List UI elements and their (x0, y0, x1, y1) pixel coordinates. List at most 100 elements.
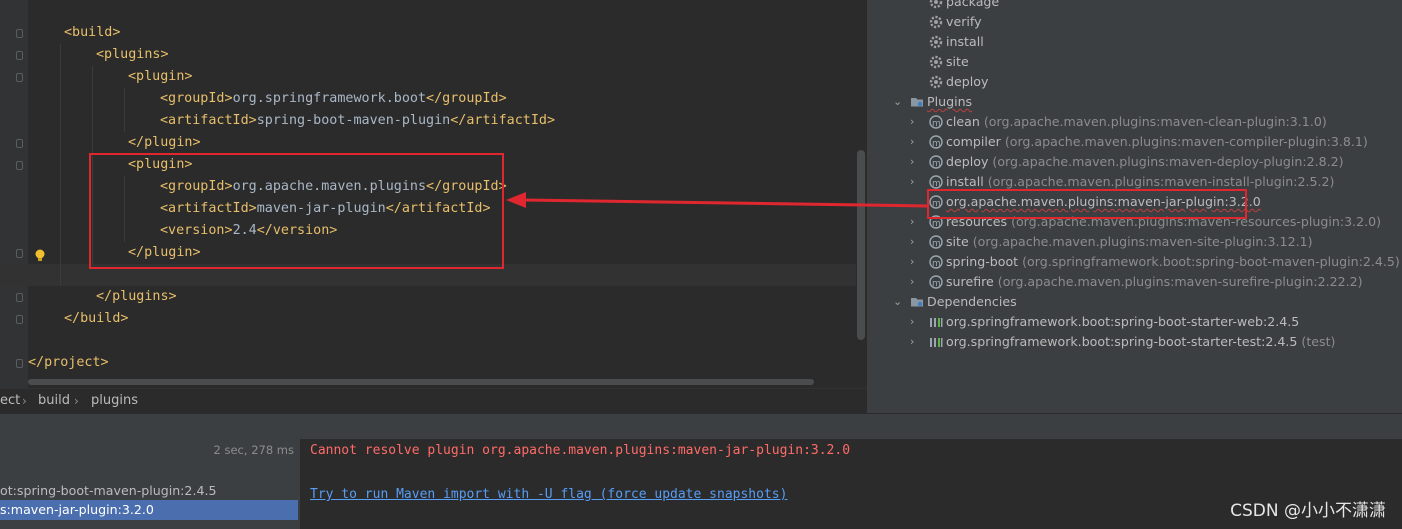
code-line[interactable]: </project> (28, 352, 109, 374)
gear-icon (929, 55, 943, 69)
dependency-node[interactable]: › org.springframework.boot:spring-boot-st… (867, 332, 1402, 352)
code-line[interactable]: <plugin> (32, 66, 193, 88)
plugin-node[interactable]: › m surefire (org.apache.maven.plugins:mav… (867, 272, 1402, 292)
lifecycle-phase-verify[interactable]: verify (867, 12, 1402, 32)
tree-item-name: Plugins (927, 94, 973, 109)
chevron-right-icon[interactable]: › (910, 312, 914, 332)
code-line[interactable]: </build> (32, 308, 129, 330)
plugin-node[interactable]: › m deploy (org.apache.maven.plugins:maven… (867, 152, 1402, 172)
code-line[interactable]: </plugins> (32, 286, 177, 308)
dependency-node[interactable]: › org.springframework.boot:spring-boot-st… (867, 312, 1402, 332)
chevron-right-icon[interactable]: › (910, 332, 914, 352)
chevron-right-icon[interactable]: › (910, 112, 914, 132)
run-tree-item[interactable]: ot:spring-boot-maven-plugin:2.4.5 (0, 481, 298, 501)
lifecycle-phase-package[interactable]: package (867, 0, 1402, 12)
svg-text:m: m (932, 259, 941, 269)
plugins-node[interactable]: ⌄ Plugins (867, 92, 1402, 112)
tree-item-name: clean (946, 114, 980, 129)
code-line[interactable]: <groupId>org.springframework.boot</group… (32, 88, 507, 110)
svg-text:m: m (932, 279, 941, 289)
tree-item-name: spring-boot (946, 254, 1019, 269)
lifecycle-phase-site[interactable]: site (867, 52, 1402, 72)
chevron-down-icon[interactable]: ⌄ (893, 92, 902, 112)
library-icon (929, 315, 943, 329)
chevron-right-icon[interactable]: › (910, 252, 914, 272)
breadcrumb-item-project[interactable]: ect (0, 389, 20, 413)
run-tree-item-selected[interactable]: s:maven-jar-plugin:3.2.0 (0, 500, 298, 520)
code-line[interactable]: <plugins> (32, 44, 169, 66)
tree-item-name: org.springframework.boot:spring-boot-sta… (946, 314, 1300, 329)
code-line[interactable]: </plugin> (32, 132, 201, 154)
xml-tag: <artifactId> (160, 113, 257, 128)
maven-plugin-icon: m (929, 275, 943, 289)
annotation-box-pom-plugin (89, 153, 504, 269)
editor-gutter[interactable] (0, 0, 28, 388)
plugin-node[interactable]: › m spring-boot (org.springframework.boot:… (867, 252, 1402, 272)
tree-item-label: deploy (946, 72, 988, 92)
code-line[interactable]: <build> (32, 22, 120, 44)
maven-plugin-icon: m (929, 175, 943, 189)
svg-text:m: m (932, 239, 941, 249)
lifecycle-phase-install[interactable]: install (867, 32, 1402, 52)
fold-marker-icon[interactable] (16, 51, 23, 60)
xml-tag: <plugins> (96, 47, 169, 62)
editor-horizontal-scrollbar[interactable] (28, 379, 814, 385)
breadcrumb-item-build[interactable]: build (38, 389, 70, 413)
fold-marker-icon[interactable] (16, 315, 23, 324)
tree-item-label: org.springframework.boot:spring-boot-sta… (946, 312, 1299, 332)
fold-marker-icon[interactable] (16, 249, 23, 258)
maven-plugin-icon: m (929, 155, 943, 169)
breadcrumb-item-plugins[interactable]: plugins (91, 389, 138, 413)
svg-text:m: m (932, 159, 941, 169)
xml-tag: </artifactId> (450, 113, 556, 128)
maven-plugin-icon: m (929, 255, 943, 269)
fold-marker-icon[interactable] (16, 293, 23, 302)
gear-icon (929, 0, 943, 9)
plugin-node[interactable]: › m compiler (org.apache.maven.plugins:mav… (867, 132, 1402, 152)
chevron-right-icon[interactable]: › (910, 232, 914, 252)
chevron-right-icon[interactable]: › (910, 152, 914, 172)
plugin-node[interactable]: › m clean (org.apache.maven.plugins:maven-… (867, 112, 1402, 132)
tree-item-label: compiler (org.apache.maven.plugins:maven… (946, 132, 1368, 152)
tree-item-hint: (org.apache.maven.plugins:maven-clean-pl… (983, 114, 1327, 129)
tree-item-name: surefire (946, 274, 994, 289)
fold-marker-icon[interactable] (16, 29, 23, 38)
svg-text:m: m (932, 139, 941, 149)
chevron-right-icon[interactable]: › (910, 172, 914, 192)
tree-item-name: verify (946, 14, 982, 29)
tree-item-name: install (946, 34, 984, 49)
tree-item-hint: (org.apache.maven.plugins:maven-surefire… (997, 274, 1363, 289)
fold-marker-icon[interactable] (16, 359, 23, 368)
chevron-right-icon[interactable]: › (910, 212, 914, 232)
tree-item-label: package (946, 0, 999, 12)
tree-item-label: site (946, 52, 969, 72)
breadcrumb: ect › build › plugins (0, 388, 867, 414)
xml-tag: </plugins> (96, 289, 177, 304)
watermark: CSDN @小小不潇潇 (1230, 501, 1386, 521)
run-tree-item-label: ot:spring-boot-maven-plugin:2.4.5 (0, 483, 217, 498)
editor-vertical-scrollbar[interactable] (857, 150, 865, 340)
tree-item-label: verify (946, 12, 982, 32)
run-tree-item-label: s:maven-jar-plugin:3.2.0 (0, 502, 154, 517)
lifecycle-phase-deploy[interactable]: deploy (867, 72, 1402, 92)
gear-icon (929, 75, 943, 89)
chevron-down-icon[interactable]: ⌄ (893, 292, 902, 312)
tree-item-name: package (946, 0, 1000, 9)
lightbulb-icon[interactable] (34, 248, 46, 262)
tree-item-name: site (946, 234, 969, 249)
chevron-right-icon[interactable]: › (910, 132, 914, 152)
fold-marker-icon[interactable] (16, 161, 23, 170)
fold-marker-icon[interactable] (16, 73, 23, 82)
dependencies-node[interactable]: ⌄ Dependencies (867, 292, 1402, 312)
fold-marker-icon[interactable] (16, 139, 23, 148)
tree-item-name: deploy (946, 154, 989, 169)
console-error-line: Cannot resolve plugin org.apache.maven.p… (310, 443, 851, 458)
plugin-node[interactable]: › m site (org.apache.maven.plugins:maven-s… (867, 232, 1402, 252)
chevron-right-icon[interactable]: › (910, 272, 914, 292)
tree-item-name: org.springframework.boot:spring-boot-sta… (946, 334, 1298, 349)
maven-force-update-link[interactable]: Try to run Maven import with -U flag (fo… (310, 487, 787, 502)
plugins-folder-icon (910, 95, 924, 109)
annotation-box-jar-plugin (927, 189, 1247, 219)
code-line[interactable]: <artifactId>spring-boot-maven-plugin</ar… (32, 110, 555, 132)
gear-icon (929, 15, 943, 29)
